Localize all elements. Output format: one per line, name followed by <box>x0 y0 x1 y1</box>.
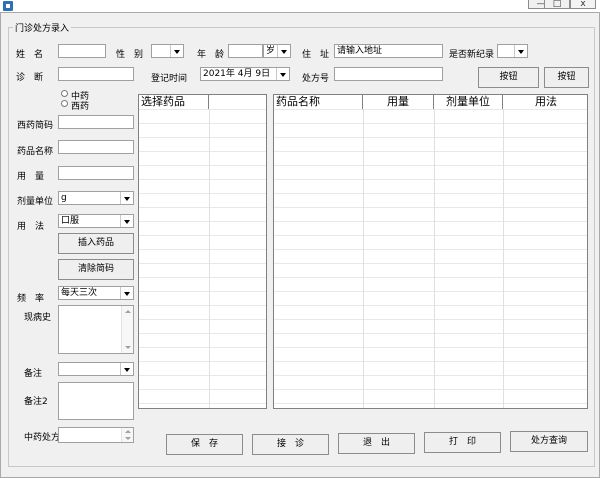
address-input[interactable]: 请输入地址 <box>334 44 443 58</box>
col-drug-name[interactable]: 药品名称 <box>274 95 363 109</box>
exit-button[interactable]: 退 出 <box>338 433 415 454</box>
grid-header: 选择药品 <box>139 95 266 110</box>
gender-label: 性 别 <box>116 50 144 60</box>
scrollbar[interactable] <box>121 428 133 442</box>
frequency-label: 频 率 <box>17 294 45 304</box>
dosage-input[interactable] <box>58 166 134 180</box>
chevron-down-icon <box>120 215 133 227</box>
diagnosis-label: 诊 断 <box>16 73 44 83</box>
usage-label: 用 法 <box>17 222 45 232</box>
col-select-extra[interactable] <box>209 95 266 109</box>
select-drug-grid[interactable]: 选择药品 <box>138 94 267 409</box>
note2-label: 备注2 <box>24 397 48 407</box>
prescription-no-input[interactable] <box>334 67 443 81</box>
clear-code-button[interactable]: 清除简码 <box>58 259 134 280</box>
col-dose-unit[interactable]: 剂量单位 <box>434 95 503 109</box>
group-title: 门诊处方录入 <box>13 21 72 34</box>
col-select-drug[interactable]: 选择药品 <box>139 95 209 109</box>
prescription-query-button[interactable]: 处方查询 <box>510 431 588 452</box>
title-bar <box>0 0 600 12</box>
prescription-no-label: 处方号 <box>302 74 330 84</box>
note2-textarea[interactable] <box>58 382 134 420</box>
drug-name-label: 药品名称 <box>17 147 54 157</box>
chevron-down-icon <box>120 363 133 375</box>
radio-chinese[interactable] <box>61 90 68 97</box>
dose-unit-label: 剂量单位 <box>17 197 54 207</box>
col-usage[interactable]: 用法 <box>503 95 587 109</box>
is-new-label: 是否新纪录 <box>449 50 495 60</box>
save-button[interactable]: 保 存 <box>166 434 243 455</box>
close-button[interactable]: x <box>570 0 596 9</box>
button-2[interactable]: 按钮 <box>544 67 589 88</box>
name-input[interactable] <box>58 44 106 58</box>
tcm-prescription-textarea[interactable] <box>58 427 134 443</box>
chevron-down-icon <box>514 45 527 57</box>
age-input[interactable] <box>228 44 263 58</box>
radio-western[interactable] <box>61 100 68 107</box>
insert-drug-button[interactable]: 插入药品 <box>58 233 134 254</box>
dose-unit-value: g <box>61 193 67 203</box>
col-dosage[interactable]: 用量 <box>363 95 434 109</box>
address-label: 住 址 <box>302 50 330 60</box>
drug-list-grid[interactable]: 药品名称 用量 剂量单位 用法 <box>273 94 588 409</box>
frequency-select[interactable]: 每天三次 <box>58 286 134 300</box>
button-1[interactable]: 按钮 <box>478 67 539 88</box>
age-unit-select[interactable]: 岁 <box>263 44 291 58</box>
register-date-picker[interactable]: 2021年 4月 9日 <box>200 67 290 81</box>
chevron-down-icon <box>120 192 133 204</box>
print-button[interactable]: 打 印 <box>424 432 501 453</box>
western-code-input[interactable] <box>58 115 134 129</box>
tcm-prescription-label: 中药处方 <box>24 433 61 443</box>
maximize-button[interactable]: □ <box>544 0 570 9</box>
scrollbar[interactable] <box>121 306 133 353</box>
history-label: 现病史 <box>24 313 52 323</box>
note-label: 备注 <box>24 369 43 379</box>
history-textarea[interactable] <box>58 305 134 354</box>
chevron-down-icon <box>277 45 290 57</box>
grid-rows <box>139 109 266 408</box>
note-select[interactable] <box>58 362 134 376</box>
chevron-down-icon <box>170 45 183 57</box>
usage-select[interactable]: 口服 <box>58 214 134 228</box>
gender-select[interactable] <box>151 44 184 58</box>
radio-western-label: 西药 <box>71 102 90 112</box>
receive-button[interactable]: 接 诊 <box>252 434 329 455</box>
usage-value: 口服 <box>61 216 80 226</box>
dose-unit-select[interactable]: g <box>58 191 134 205</box>
chevron-down-icon <box>276 68 289 80</box>
dosage-label: 用 量 <box>17 172 45 182</box>
name-label: 姓 名 <box>16 50 44 60</box>
western-code-label: 西药简码 <box>17 121 54 131</box>
chevron-down-icon <box>120 287 133 299</box>
grid-rows <box>274 109 587 408</box>
register-time-label: 登记时间 <box>151 74 188 84</box>
is-new-select[interactable] <box>497 44 528 58</box>
register-date-value: 2021年 4月 9日 <box>203 69 271 79</box>
diagnosis-input[interactable] <box>58 67 134 81</box>
frequency-value: 每天三次 <box>61 288 98 298</box>
age-label: 年 龄 <box>197 50 225 60</box>
app-icon <box>3 1 13 11</box>
grid-header: 药品名称 用量 剂量单位 用法 <box>274 95 587 110</box>
age-unit-value: 岁 <box>266 46 276 56</box>
drug-name-input[interactable] <box>58 140 134 154</box>
